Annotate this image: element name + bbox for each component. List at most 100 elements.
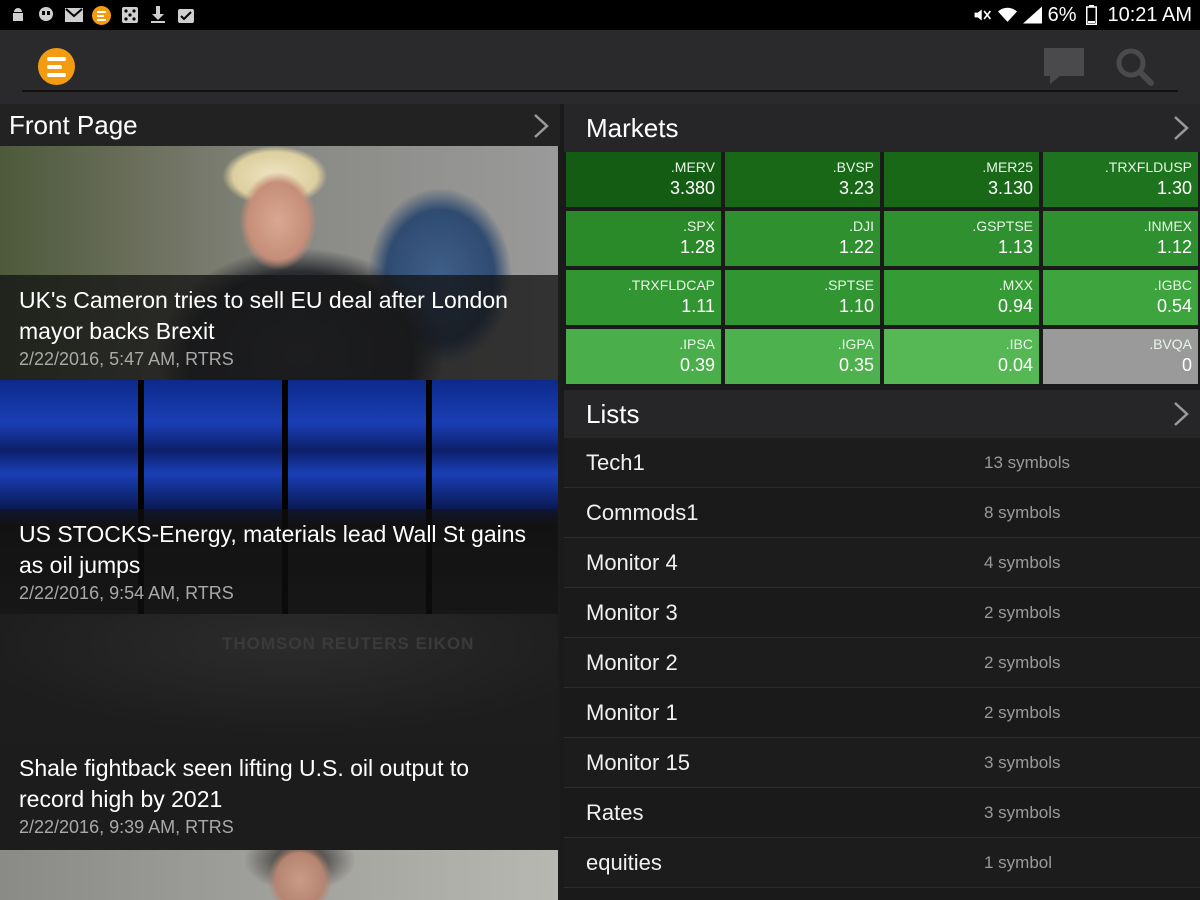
android-icon bbox=[8, 6, 27, 25]
market-symbol: .TRXFLDCAP bbox=[627, 277, 715, 293]
news-headline: US STOCKS-Energy, materials lead Wall St… bbox=[19, 521, 527, 578]
battery-icon bbox=[1082, 5, 1101, 25]
list-item[interactable]: Monitor 1 2 symbols bbox=[564, 688, 1200, 738]
news-story[interactable]: US STOCKS-Energy, materials lead Wall St… bbox=[0, 380, 558, 614]
market-symbol: .MER25 bbox=[982, 159, 1033, 175]
market-tile[interactable]: .SPX 1.28 bbox=[566, 211, 721, 266]
market-tile[interactable]: .MERV 3.380 bbox=[566, 152, 721, 207]
list-name: Tech1 bbox=[586, 449, 645, 475]
market-change: 0.54 bbox=[1156, 296, 1192, 316]
status-bar: 6% 10:21 AM bbox=[0, 0, 1200, 30]
list-item[interactable]: Monitor 2 2 symbols bbox=[564, 638, 1200, 688]
hangouts-icon bbox=[36, 6, 55, 25]
news-meta: 2/22/2016, 9:39 AM, RTRS bbox=[19, 817, 234, 837]
market-tile[interactable]: .GSPTSE 1.13 bbox=[884, 211, 1039, 266]
list-symbol-count: 8 symbols bbox=[984, 502, 1061, 522]
list-name: equities bbox=[586, 849, 662, 875]
notification-icons bbox=[8, 5, 195, 25]
market-symbol: .IPSA bbox=[679, 336, 715, 352]
market-tile[interactable]: .TRXFLDUSP 1.30 bbox=[1043, 152, 1198, 207]
lists-title: Lists bbox=[586, 398, 640, 429]
lists-section: Lists bbox=[564, 390, 1200, 438]
list-item[interactable]: Monitor 3 2 symbols bbox=[564, 588, 1200, 638]
market-change: 0.94 bbox=[997, 296, 1033, 316]
list-name: Commods1 bbox=[586, 499, 699, 525]
list-name: Monitor 1 bbox=[586, 699, 678, 725]
markets-title: Markets bbox=[586, 112, 679, 143]
list-item[interactable]: equities 1 symbol bbox=[564, 838, 1200, 888]
chat-icon[interactable] bbox=[1041, 44, 1087, 88]
front-page-header[interactable]: Front Page bbox=[0, 104, 560, 146]
market-symbol: .TRXFLDUSP bbox=[1104, 159, 1192, 175]
list-item[interactable]: Monitor 15 3 symbols bbox=[564, 738, 1200, 788]
market-tile[interactable]: .TRXFLDCAP 1.11 bbox=[566, 270, 721, 325]
market-change: 3.380 bbox=[669, 178, 715, 198]
battery-percent: 6% bbox=[1047, 3, 1077, 26]
market-tile[interactable]: .BVQA 0 bbox=[1043, 329, 1198, 384]
list-item[interactable]: Tech1 13 symbols bbox=[564, 438, 1200, 488]
news-story[interactable] bbox=[0, 850, 558, 900]
mute-icon bbox=[973, 6, 992, 25]
market-symbol: .INMEX bbox=[1143, 218, 1192, 234]
news-headline: UK's Cameron tries to sell EU deal after… bbox=[19, 287, 508, 344]
list-name: Monitor 4 bbox=[586, 549, 678, 575]
list-symbol-count: 3 symbols bbox=[984, 802, 1061, 822]
market-tile[interactable]: .SPTSE 1.10 bbox=[725, 270, 880, 325]
news-story[interactable]: THOMSON REUTERS EIKON Shale fightback se… bbox=[0, 614, 558, 848]
news-story[interactable]: UK's Cameron tries to sell EU deal after… bbox=[0, 146, 558, 380]
market-change: 3.23 bbox=[838, 178, 874, 198]
market-change: 1.11 bbox=[681, 296, 715, 316]
market-tile[interactable]: .BVSP 3.23 bbox=[725, 152, 880, 207]
watchlists: Tech1 13 symbols Commods1 8 symbols Monitor … bbox=[564, 438, 1200, 888]
markets-header[interactable]: Markets bbox=[564, 104, 1200, 152]
lists-header[interactable]: Lists bbox=[564, 390, 1200, 438]
chevron-right-icon bbox=[1174, 116, 1189, 140]
market-change: 1.30 bbox=[1156, 178, 1192, 198]
list-item[interactable]: Commods1 8 symbols bbox=[564, 488, 1200, 538]
market-change: 1.10 bbox=[838, 296, 874, 316]
news-meta: 2/22/2016, 5:47 AM, RTRS bbox=[19, 349, 234, 369]
market-tile[interactable]: .MXX 0.94 bbox=[884, 270, 1039, 325]
list-symbol-count: 1 symbol bbox=[984, 852, 1053, 872]
market-symbol: .DJI bbox=[849, 218, 874, 234]
list-symbol-count: 2 symbols bbox=[984, 652, 1061, 672]
market-tile[interactable]: .IPSA 0.39 bbox=[566, 329, 721, 384]
list-item[interactable]: Monitor 4 4 symbols bbox=[564, 538, 1200, 588]
app-header bbox=[0, 30, 1200, 104]
market-change: 1.28 bbox=[679, 237, 715, 257]
market-tile[interactable]: .DJI 1.22 bbox=[725, 211, 880, 266]
news-meta: 2/22/2016, 9:54 AM, RTRS bbox=[19, 583, 234, 603]
market-change: 1.13 bbox=[997, 237, 1033, 257]
market-tile[interactable]: .IGBC 0.54 bbox=[1043, 270, 1198, 325]
market-symbol: .MXX bbox=[998, 277, 1033, 293]
market-tile[interactable]: .INMEX 1.12 bbox=[1043, 211, 1198, 266]
right-panel: Markets .MERV 3.380 .BVSP 3.23 .MER25 3.130 .T… bbox=[564, 104, 1200, 900]
market-symbol: .IGPA bbox=[837, 336, 874, 352]
market-change: 1.22 bbox=[838, 237, 874, 257]
market-tile[interactable]: .IGPA 0.35 bbox=[725, 329, 880, 384]
wifi-icon bbox=[997, 6, 1017, 25]
news-caption: UK's Cameron tries to sell EU deal after… bbox=[0, 275, 558, 380]
system-indicators: 6% 10:21 AM bbox=[973, 4, 1192, 27]
market-symbol: .MERV bbox=[670, 159, 715, 175]
list-name: Monitor 2 bbox=[586, 649, 678, 675]
chevron-right-icon bbox=[1174, 402, 1189, 426]
eikon-logo-icon[interactable] bbox=[38, 48, 75, 85]
chevron-right-icon bbox=[534, 114, 549, 138]
market-tile[interactable]: .MER25 3.130 bbox=[884, 152, 1039, 207]
market-change: 0.35 bbox=[838, 355, 874, 375]
dice-icon bbox=[120, 6, 139, 25]
download-icon bbox=[148, 6, 167, 25]
market-change: 0 bbox=[1181, 355, 1192, 375]
search-icon[interactable] bbox=[1111, 44, 1157, 88]
list-item[interactable]: Rates 3 symbols bbox=[564, 788, 1200, 838]
market-tile[interactable]: .IBC 0.04 bbox=[884, 329, 1039, 384]
news-headline: Shale fightback seen lifting U.S. oil ou… bbox=[19, 755, 470, 812]
news-panel: Front Page UK's Cameron tries to sell EU… bbox=[0, 104, 560, 900]
market-symbol: .BVQA bbox=[1149, 336, 1192, 352]
eikon-notification-icon bbox=[92, 5, 111, 25]
eikon-watermark: THOMSON REUTERS EIKON bbox=[222, 634, 475, 653]
market-symbol: .SPX bbox=[683, 218, 715, 234]
clock: 10:21 AM bbox=[1107, 3, 1192, 26]
front-page-title: Front Page bbox=[9, 109, 138, 140]
